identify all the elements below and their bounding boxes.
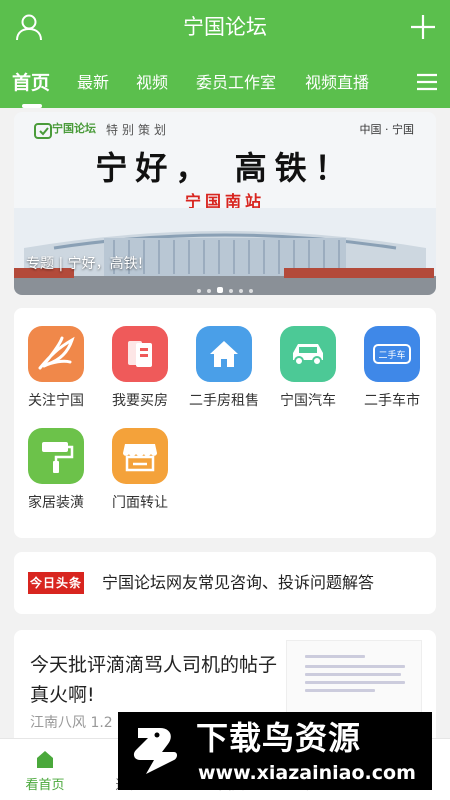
tab-latest[interactable]: 最新 — [77, 64, 109, 102]
used-car-icon: 二手车 — [364, 326, 420, 382]
tab-video[interactable]: 视频 — [136, 64, 168, 102]
category-label: 二手车市 — [364, 393, 420, 409]
category-grid: 关注宁国 我要买房 二手房租售 宁国汽车 二手车 二手车市 家居装潢 门面转让 — [14, 308, 436, 538]
news-headline[interactable]: 宁国论坛网友常见咨询、投诉问题解答 — [102, 572, 374, 594]
nav-home[interactable]: 看首页 — [0, 739, 90, 800]
watermark-title: 下载鸟资源 — [196, 719, 362, 757]
article-thumbnail[interactable] — [286, 640, 422, 720]
pagination-dot[interactable] — [249, 289, 253, 293]
watermark-url: www.xiazainiao.com — [198, 762, 416, 784]
thumb-line — [305, 665, 405, 668]
tab-committee-studio[interactable]: 委员工作室 — [196, 64, 276, 102]
category-buy-house[interactable]: 我要买房 — [98, 326, 182, 426]
bird-logo-icon — [133, 728, 177, 774]
category-label: 门面转让 — [112, 495, 168, 511]
used-car-badge: 二手车 — [378, 349, 405, 361]
banner-pagination — [14, 285, 436, 293]
home-nav-icon — [37, 751, 53, 768]
category-second-hand-house[interactable]: 二手房租售 — [182, 326, 266, 426]
banner-region: 中国 · 宁国 — [359, 123, 415, 136]
paint-roller-icon — [28, 428, 84, 484]
station-illustration — [14, 208, 436, 295]
banner-special-label: 特别策划 — [106, 123, 171, 137]
pagination-dot-active[interactable] — [217, 287, 223, 293]
app-title: 宁国论坛 — [183, 15, 267, 39]
category-used-car-market[interactable]: 二手车 二手车市 — [350, 326, 434, 426]
banner-headline: 宁好， 高铁！ — [95, 149, 355, 187]
category-follow-ningguo[interactable]: 关注宁国 — [14, 326, 98, 426]
thumb-line — [305, 673, 401, 676]
plus-icon[interactable] — [408, 12, 438, 42]
toutiao-news-bar[interactable]: 今日头条 宁国论坛网友常见咨询、投诉问题解答 — [14, 552, 436, 614]
category-shop-transfer[interactable]: 门面转让 — [98, 428, 182, 528]
car-icon — [280, 326, 336, 382]
category-label: 家居装潢 — [28, 495, 84, 511]
article-title[interactable]: 今天批评滴滴骂人司机的帖子真火啊! — [30, 650, 280, 710]
thumb-line — [305, 655, 365, 658]
home-icon — [196, 326, 252, 382]
nav-label: 看首页 — [25, 778, 65, 793]
menu-icon[interactable] — [416, 72, 438, 92]
toutiao-logo: 今日头条 — [28, 572, 84, 594]
feature-banner[interactable]: 宁国论坛 特别策划 中国 · 宁国 宁好， 高铁！ 宁国南站 专题 | 宁好，高… — [14, 112, 436, 295]
article-meta: 江南八风 1.2 — [30, 715, 113, 731]
tab-home[interactable]: 首页 — [12, 64, 50, 102]
category-label: 我要买房 — [112, 393, 168, 409]
banner-logo-text: 宁国论坛 — [52, 122, 96, 135]
user-icon[interactable] — [14, 12, 44, 42]
pagination-dot[interactable] — [197, 289, 201, 293]
pagination-dot[interactable] — [207, 289, 211, 293]
tab-live-video[interactable]: 视频直播 — [305, 64, 369, 102]
thumb-line — [305, 681, 405, 684]
house-card-icon — [112, 326, 168, 382]
category-label: 关注宁国 — [28, 393, 84, 409]
leaf-logo-icon — [28, 326, 84, 382]
app-header: 宁国论坛 首页 最新 视频 委员工作室 视频直播 — [0, 0, 450, 108]
watermark-overlay: 下载鸟资源 www.xiazainiao.com — [118, 712, 432, 790]
channel-tabs: 首页 最新 视频 委员工作室 视频直播 — [0, 64, 410, 108]
category-label: 二手房租售 — [189, 393, 259, 409]
thumb-line — [305, 689, 375, 692]
category-label: 宁国汽车 — [280, 393, 336, 409]
category-ningguo-cars[interactable]: 宁国汽车 — [266, 326, 350, 426]
storefront-icon — [112, 428, 168, 484]
pagination-dot[interactable] — [239, 289, 243, 293]
active-tab-indicator — [22, 104, 42, 108]
banner-caption: 专题 | 宁好，高铁! — [26, 256, 144, 272]
pagination-dot[interactable] — [229, 289, 233, 293]
category-home-decoration[interactable]: 家居装潢 — [14, 428, 98, 528]
